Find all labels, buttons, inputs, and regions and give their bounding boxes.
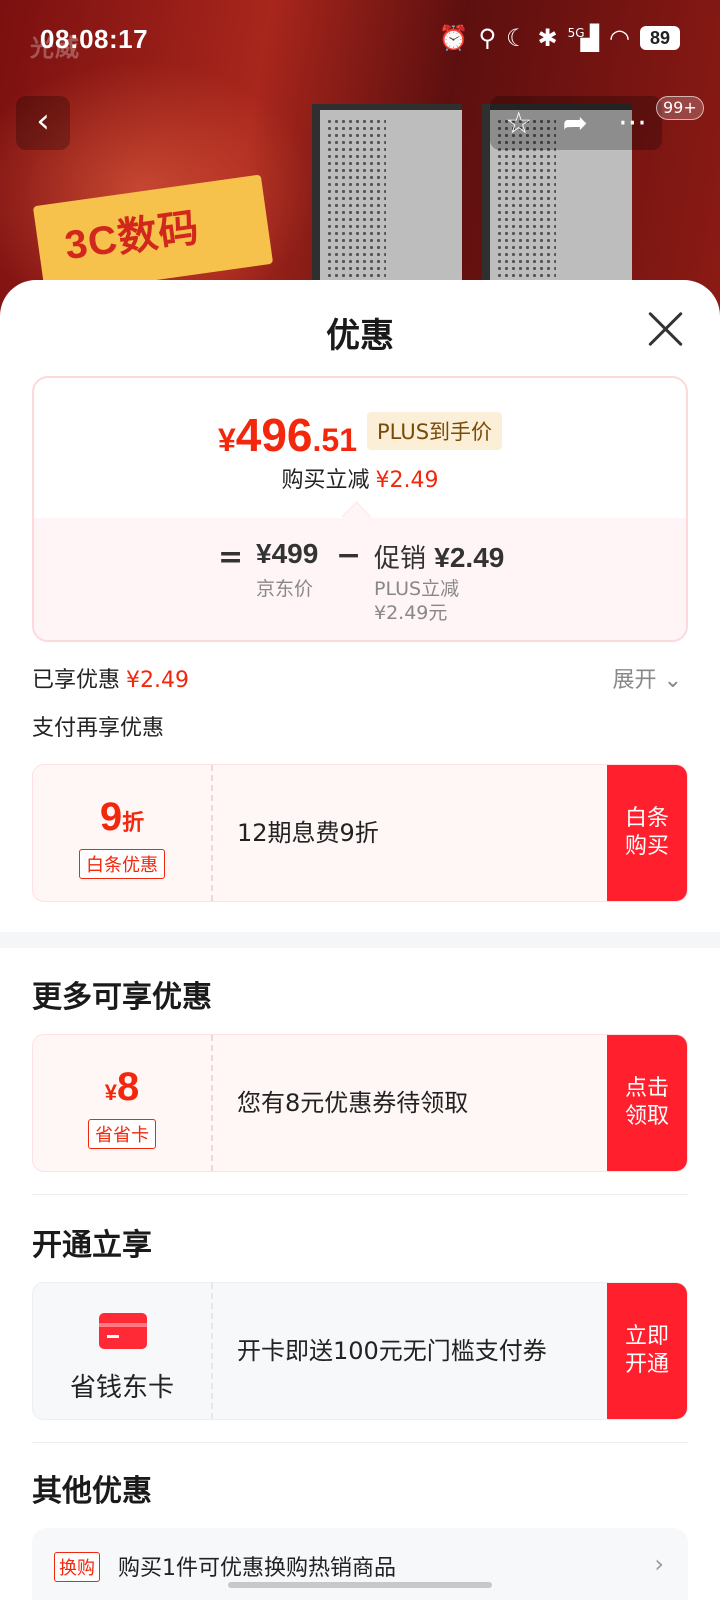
section-divider <box>0 932 720 948</box>
open-card-title: 开通立享 <box>32 1228 152 1263</box>
share-icon[interactable]: ➦ <box>563 106 588 141</box>
card-section: 省钱东卡 <box>33 1283 213 1419</box>
home-indicator <box>228 1582 492 1588</box>
price-decimal: .51 <box>312 422 357 458</box>
more-icon[interactable]: ··· <box>618 106 647 141</box>
back-button[interactable]: ‹ <box>16 96 70 150</box>
wifi-icon: ◠ <box>609 24 630 52</box>
header-actions: ☆ ➦ ··· <box>490 96 662 150</box>
offer-tag: 白条优惠 <box>79 849 165 879</box>
jd-price: ¥499 <box>256 538 319 569</box>
credit-card-icon <box>99 1313 147 1349</box>
other-offers-title: 其他优惠 <box>32 1474 152 1509</box>
offer-value-section: 9折 白条优惠 <box>33 765 213 901</box>
baitiao-offer: 9折 白条优惠 12期息费9折 白条购买 <box>32 764 688 902</box>
claim-coupon-button[interactable]: 点击领取 <box>607 1035 687 1171</box>
price-currency: ¥ <box>217 422 236 458</box>
minus-sign: − <box>336 538 362 573</box>
trade-in-tag: 换购 <box>54 1552 100 1582</box>
enjoyed-discount: 已享优惠 ¥2.49 <box>32 668 189 693</box>
pay-more-label: 支付再享优惠 <box>32 716 165 741</box>
promo-plus-amount: ¥2.49元 <box>374 602 448 624</box>
jd-price-label: 京东价 <box>256 578 314 600</box>
moon-icon: ☾ <box>506 24 528 52</box>
reduce-amount: ¥2.49 <box>375 468 439 493</box>
price-integer: 496 <box>235 409 313 461</box>
offer-value: 9折 <box>99 795 145 839</box>
close-icon[interactable] <box>646 308 686 348</box>
bluetooth-icon: ✱ <box>537 24 558 52</box>
divider <box>32 1194 688 1195</box>
offer-description: 您有8元优惠券待领取 <box>237 1089 469 1117</box>
enjoyed-amount: ¥2.49 <box>126 668 189 693</box>
message-count-badge: 99+ <box>656 96 704 120</box>
coupon-offer: ¥8 省省卡 您有8元优惠券待领取 点击领取 <box>32 1034 688 1172</box>
trade-in-text: 购买1件可优惠换购热销商品 <box>118 1556 396 1581</box>
baitiao-buy-button[interactable]: 白条购买 <box>607 765 687 901</box>
expand-button[interactable]: 展开 ⌄ <box>613 662 682 694</box>
divider <box>32 1442 688 1443</box>
promo-plus-label: PLUS立减 <box>374 578 460 600</box>
open-card-button[interactable]: 立即开通 <box>607 1283 687 1419</box>
offer-value-section: ¥8 省省卡 <box>33 1035 213 1171</box>
equals-sign: = <box>218 540 244 575</box>
location-icon: ⚲ <box>478 24 497 52</box>
trade-in-offer[interactable]: 换购 购买1件可优惠换购热销商品 › <box>32 1528 688 1600</box>
offer-description: 12期息费9折 <box>237 819 379 847</box>
favorite-star-icon[interactable]: ☆ <box>505 106 532 141</box>
status-icons: ⏰ ⚲ ☾ ✱ 5G▟ ◠ 89 <box>439 24 680 52</box>
sheet-title: 优惠 <box>326 316 394 356</box>
final-price: ¥ 496 .51 PLUS到手价 <box>34 408 686 462</box>
final-price-section: ¥ 496 .51 PLUS到手价 购买立减 ¥2.49 <box>34 378 686 520</box>
battery-icon: 89 <box>640 26 680 50</box>
chevron-left-icon: ‹ <box>36 101 50 141</box>
more-offers-title: 更多可享优惠 <box>32 980 212 1015</box>
plus-price-tag: PLUS到手价 <box>367 412 503 450</box>
offer-value: ¥8 <box>104 1065 140 1109</box>
product-image-ssd <box>312 104 462 294</box>
discount-sheet: 优惠 ¥ 496 .51 PLUS到手价 购买立减 ¥2.49 = ¥499 京东… <box>0 280 720 1600</box>
reduce-label: 购买立减 <box>281 468 370 493</box>
chevron-down-icon: ⌄ <box>663 668 682 693</box>
card-name: 省钱东卡 <box>69 1373 174 1403</box>
promo-discount: 促销 ¥2.49 <box>374 542 505 574</box>
purchase-reduction: 购买立减 ¥2.49 <box>34 462 686 494</box>
chevron-right-icon: › <box>654 1550 664 1578</box>
offer-tag: 省省卡 <box>88 1119 156 1149</box>
membership-card-offer: 省钱东卡 开卡即送100元无门槛支付券 立即开通 <box>32 1282 688 1420</box>
offer-description: 开卡即送100元无门槛支付券 <box>237 1337 547 1365</box>
price-formula: = ¥499 京东价 − 促销 ¥2.49 PLUS立减 ¥2.49元 <box>34 518 686 640</box>
price-breakdown-card: ¥ 496 .51 PLUS到手价 购买立减 ¥2.49 = ¥499 京东价 −… <box>32 376 688 642</box>
alarm-icon: ⏰ <box>438 24 469 52</box>
status-bar: 08:08:17 ⏰ ⚲ ☾ ✱ 5G▟ ◠ 89 <box>0 0 720 80</box>
cellular-signal-icon: 5G▟ <box>567 24 600 52</box>
status-time: 08:08:17 <box>40 24 149 54</box>
